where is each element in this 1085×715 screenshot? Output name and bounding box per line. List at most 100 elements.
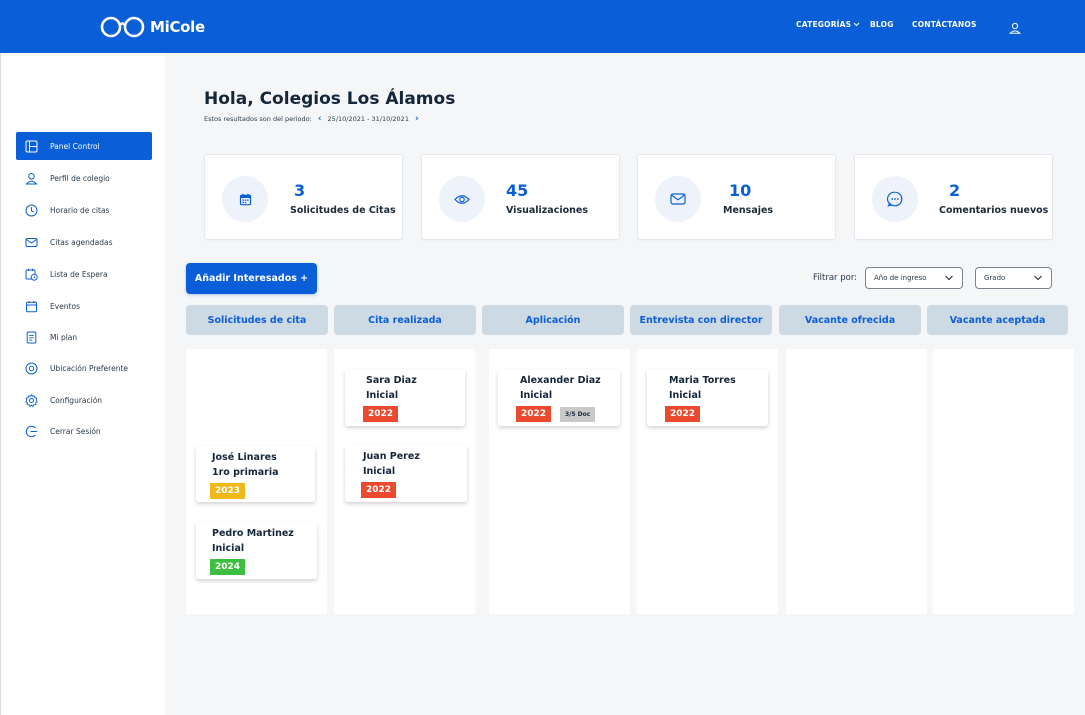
- year-badge: 2024: [210, 559, 246, 575]
- year-badge: 2022: [665, 406, 701, 422]
- column-header-appointment-done[interactable]: Cita realizada: [334, 305, 476, 335]
- stat-value: 10: [729, 181, 752, 200]
- sidebar: Panel Control Perfil de colegio Horario …: [0, 53, 165, 715]
- logo-text: MiCole: [150, 18, 205, 36]
- sidebar-item-events[interactable]: Eventos: [16, 292, 152, 320]
- sidebar-item-label: Perfil de colegio: [50, 173, 110, 183]
- user-account-icon[interactable]: [1009, 22, 1021, 34]
- applicant-name: Maria Torres: [669, 375, 736, 386]
- sidebar-item-schedule[interactable]: Horario de citas: [16, 196, 152, 224]
- eye-icon: [439, 176, 485, 222]
- applicant-card[interactable]: Alexander Diaz Inicial 2022 3/5 Doc: [498, 369, 620, 426]
- applicant-level: Inicial: [669, 390, 702, 401]
- column-header-vacancy-offered[interactable]: Vacante ofrecida: [779, 305, 921, 335]
- year-badge: 2022: [361, 482, 397, 498]
- stat-caption: Comentarios nuevos: [939, 205, 1049, 216]
- nav-categories-label: CATEGORÍAS: [796, 20, 852, 29]
- sidebar-item-school-profile[interactable]: Perfil de colegio: [16, 164, 152, 192]
- period-selector: Estos resultados son del periodo: ‹ 25/1…: [204, 114, 419, 124]
- add-interested-button[interactable]: Añadir Interesados +: [186, 263, 317, 294]
- applicant-card[interactable]: Juan Perez Inicial 2022: [345, 445, 467, 502]
- sidebar-item-waitlist[interactable]: Lista de Espera: [16, 260, 152, 288]
- sidebar-item-my-plan[interactable]: Mi plan: [16, 323, 152, 351]
- documents-badge: 3/5 Doc: [560, 407, 596, 422]
- applicant-card[interactable]: Sara Diaz Inicial 2022: [345, 369, 465, 426]
- logout-icon: [24, 424, 38, 438]
- sidebar-item-panel-control[interactable]: Panel Control: [16, 132, 152, 160]
- applicant-level: Inicial: [366, 390, 399, 401]
- year-badge: 2023: [210, 483, 246, 499]
- nav-blog[interactable]: BLOG: [870, 20, 894, 29]
- grade-filter-select[interactable]: Grado: [975, 267, 1052, 289]
- calendar-icon: [24, 299, 38, 313]
- stat-card-views: 45 Visualizaciones: [421, 154, 620, 240]
- applicant-card[interactable]: Pedro Martinez Inicial 2024: [196, 522, 317, 579]
- sidebar-item-label: Citas agendadas: [50, 237, 113, 247]
- kanban-column: [933, 349, 1074, 614]
- sidebar-item-label: Mi plan: [50, 332, 78, 342]
- stat-card-appointment-requests: 3 Solicitudes de Citas: [204, 154, 403, 240]
- sidebar-item-label: Panel Control: [50, 141, 100, 151]
- stat-caption: Mensajes: [723, 205, 774, 216]
- nav-contact[interactable]: CONTÁCTANOS: [912, 20, 977, 29]
- user-icon: [24, 171, 38, 185]
- sidebar-item-settings[interactable]: Configuración: [16, 386, 152, 414]
- stat-value: 3: [294, 181, 306, 200]
- micole-logo[interactable]: MiCole: [100, 14, 205, 40]
- applicant-level: Inicial: [212, 543, 245, 554]
- chevron-left-icon[interactable]: ‹: [318, 114, 322, 124]
- period-label: Estos resultados son del periodo:: [204, 115, 312, 123]
- page-title: Hola, Colegios Los Álamos: [204, 89, 456, 109]
- chevron-down-icon: [1034, 275, 1042, 281]
- column-header-vacancy-accepted[interactable]: Vacante aceptada: [927, 305, 1068, 335]
- layout-icon: [24, 139, 38, 153]
- year-filter-select[interactable]: Año de ingreso: [865, 267, 963, 289]
- filter-label: Filtrar por:: [813, 273, 858, 283]
- applicant-level: Inicial: [520, 390, 553, 401]
- kanban-column: [786, 349, 927, 614]
- sidebar-item-logout[interactable]: Cerrar Sesión: [16, 417, 152, 445]
- applicant-card[interactable]: Maria Torres Inicial 2022: [647, 369, 768, 426]
- clock-icon: [24, 203, 38, 217]
- sidebar-item-location[interactable]: Ubicación Preferente: [16, 354, 152, 382]
- applicant-name: Sara Diaz: [366, 375, 417, 386]
- sidebar-item-label: Configuración: [50, 395, 103, 405]
- glasses-logo-icon: [100, 16, 145, 38]
- applicant-level: 1ro primaria: [212, 467, 279, 478]
- period-range: 25/10/2021 - 31/10/2021: [327, 115, 409, 123]
- applicant-name: Alexander Diaz: [520, 375, 601, 386]
- applicant-card[interactable]: José Linares 1ro primaria 2023: [196, 446, 315, 502]
- calendar-clock-icon: [24, 267, 38, 281]
- sidebar-item-appointments[interactable]: Citas agendadas: [16, 228, 152, 256]
- sidebar-item-label: Lista de Espera: [50, 269, 108, 279]
- stat-caption: Visualizaciones: [506, 205, 588, 216]
- applicant-level: Inicial: [363, 466, 396, 477]
- column-header-application[interactable]: Aplicación: [482, 305, 624, 335]
- column-header-appointment-requests[interactable]: Solicitudes de cita: [186, 305, 328, 335]
- stat-card-messages: 10 Mensajes: [637, 154, 836, 240]
- location-icon: [24, 361, 38, 375]
- stat-caption: Solicitudes de Citas: [290, 205, 396, 216]
- year-badge: 2022: [363, 406, 399, 422]
- calendar-icon: [222, 176, 268, 222]
- column-header-director-interview[interactable]: Entrevista con director: [630, 305, 772, 335]
- stat-value: 2: [949, 181, 961, 200]
- sidebar-item-label: Cerrar Sesión: [50, 426, 101, 436]
- sidebar-item-label: Horario de citas: [50, 205, 110, 215]
- grade-filter-value: Grado: [984, 274, 1006, 282]
- stat-value: 45: [506, 181, 529, 200]
- nav-categories[interactable]: CATEGORÍAS: [796, 20, 860, 29]
- envelope-icon: [655, 176, 701, 222]
- applicant-name: Pedro Martinez: [212, 528, 294, 539]
- chevron-down-icon: [945, 275, 953, 281]
- chevron-right-icon[interactable]: ›: [415, 114, 419, 124]
- stat-card-comments: 2 Comentarios nuevos: [854, 154, 1053, 240]
- chevron-down-icon: [853, 22, 860, 27]
- gear-icon: [24, 393, 38, 407]
- document-icon: [24, 330, 38, 344]
- year-badge: 2022: [516, 406, 552, 422]
- sidebar-item-label: Eventos: [50, 301, 80, 311]
- applicant-name: José Linares: [212, 452, 277, 463]
- year-filter-value: Año de ingreso: [874, 274, 927, 282]
- top-navbar: MiCole CATEGORÍAS BLOG CONTÁCTANOS: [0, 0, 1085, 53]
